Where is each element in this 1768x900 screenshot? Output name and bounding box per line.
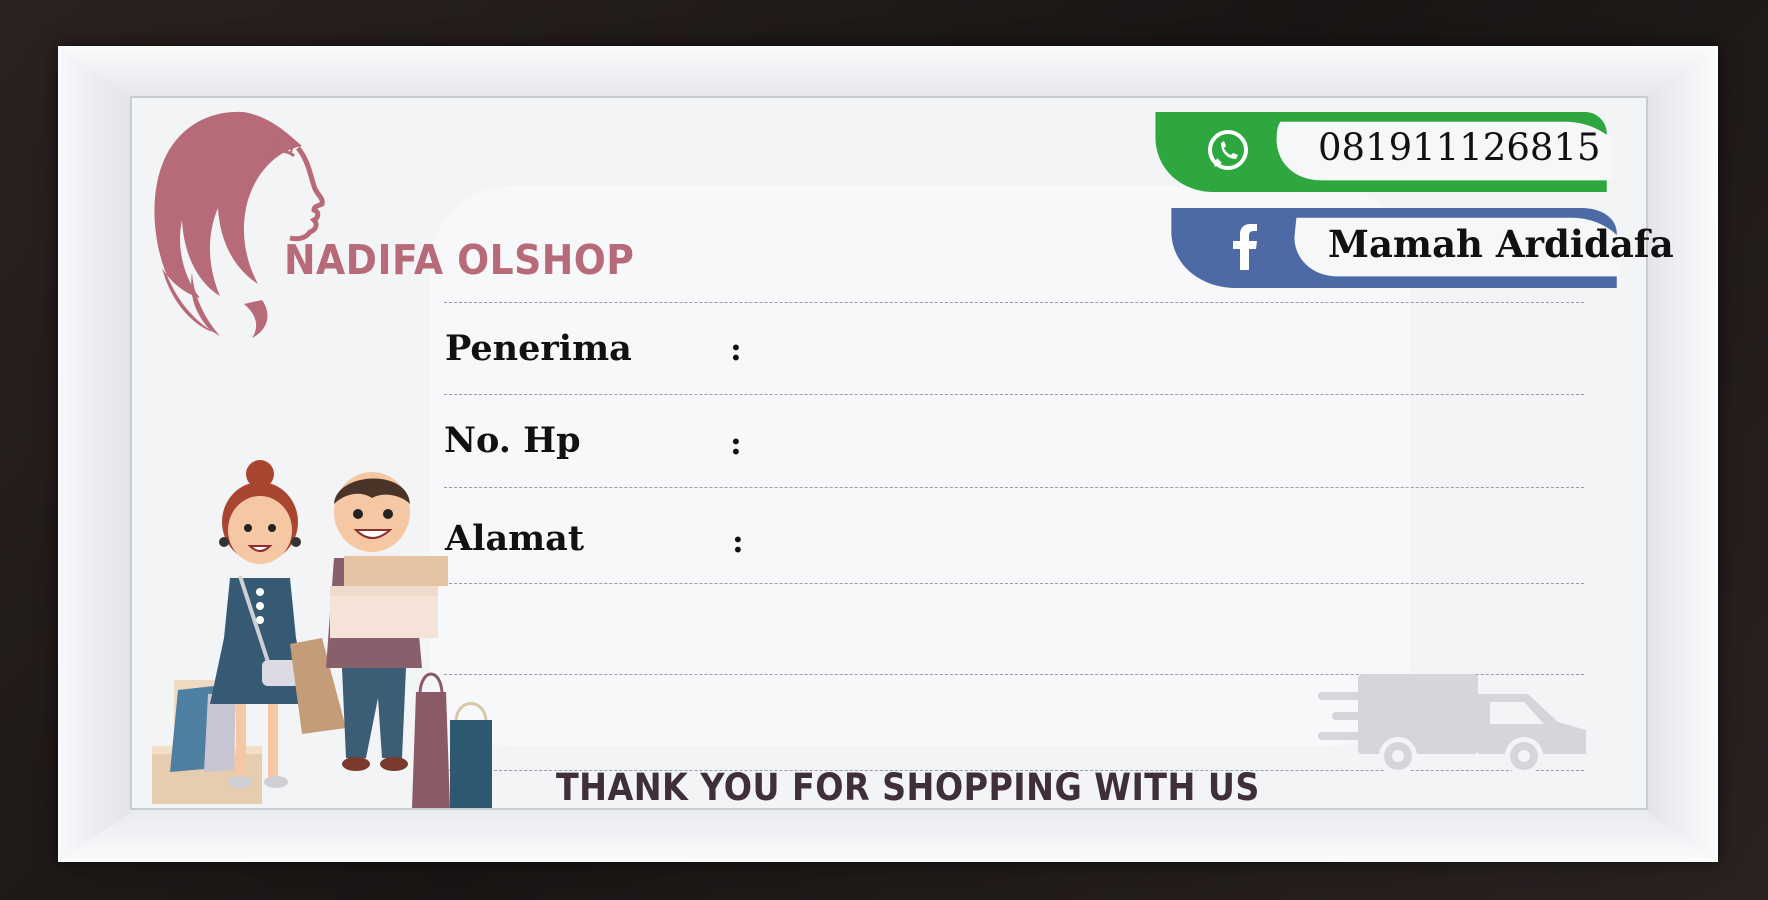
divider-line (444, 302, 1584, 303)
facebook-name: Mamah Ardidafa (1328, 222, 1674, 266)
divider-line (444, 394, 1584, 395)
whatsapp-icon (1208, 130, 1248, 170)
recipient-colon: : (730, 330, 742, 368)
frame-bevel-left (58, 46, 130, 862)
divider-line (444, 487, 1584, 488)
brand-name: NADIFA OLSHOP (284, 236, 635, 284)
recipient-label: Penerima (445, 328, 632, 369)
delivery-truck-icon (1318, 674, 1586, 775)
frame-bevel-right (1648, 46, 1718, 862)
divider-line (444, 583, 1584, 584)
frame-bevel-top (58, 46, 1718, 96)
address-colon: : (732, 522, 744, 560)
shopping-couple-illustration (152, 460, 492, 808)
woman-profile-logo (154, 111, 325, 338)
frame-bevel-bottom (58, 810, 1718, 862)
whatsapp-number: 081911126815 (1318, 126, 1601, 169)
phone-colon: : (730, 424, 742, 462)
facebook-icon (1233, 224, 1257, 270)
phone-label: No. Hp (444, 420, 581, 461)
thank-you-message: THANK YOU FOR SHOPPING WITH US (556, 766, 1260, 809)
